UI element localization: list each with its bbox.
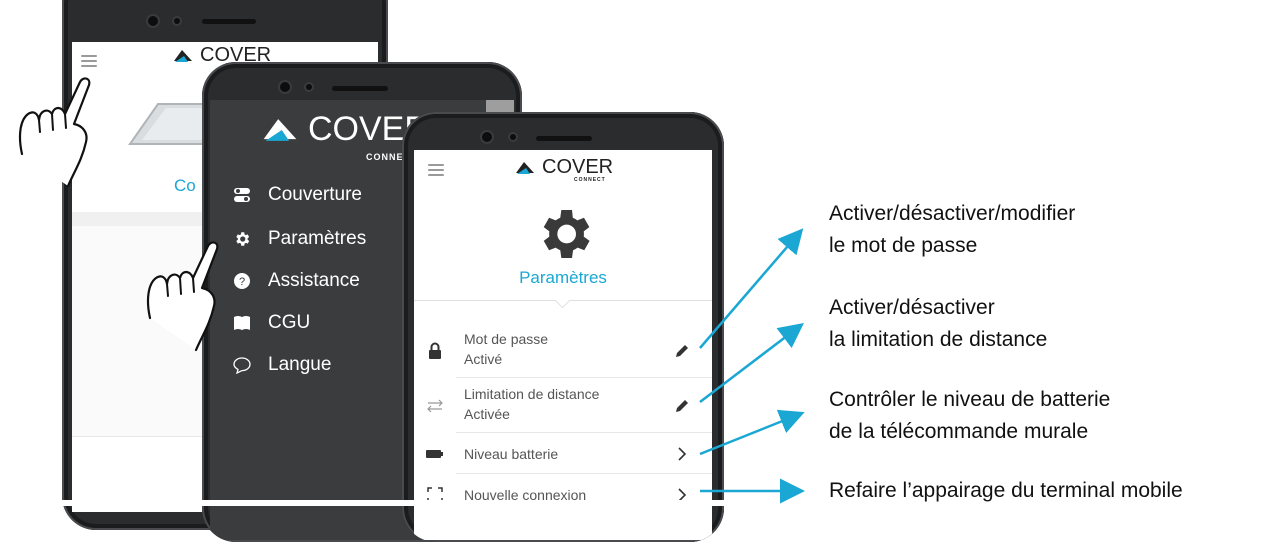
annotation-battery: Contrôler le niveau de batterie de la té… [829,388,1111,443]
arrow-battery [699,409,805,456]
arrow-password [699,228,804,349]
annotation-distance: Activer/désactiver la limitation de dist… [829,296,1048,351]
arrow-distance [699,322,804,403]
annotation-connection: Refaire l’appairage du terminal mobile [829,479,1183,502]
annotation-password: Activer/désactiver/modifier le mot de pa… [829,202,1076,257]
